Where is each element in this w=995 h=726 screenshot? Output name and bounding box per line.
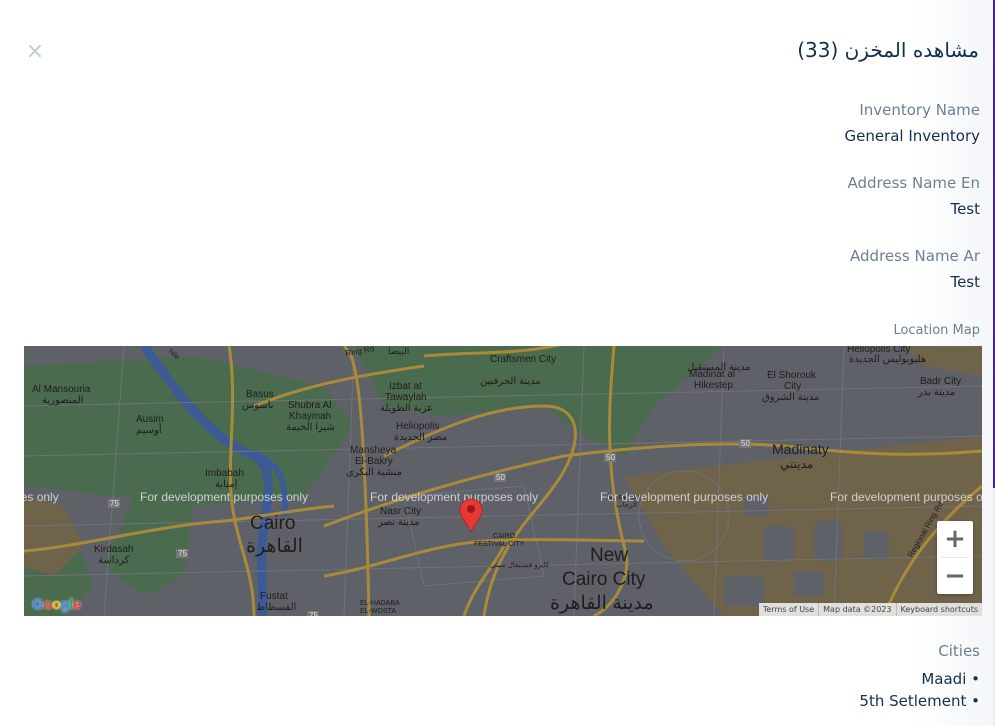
map-marker-icon (459, 498, 483, 534)
place-label: باسوس (242, 400, 274, 411)
place-label: EL-WOSTA (360, 608, 396, 615)
page-title: مشاهده المخزن (33) (797, 38, 979, 62)
place-label: القاهرة (246, 536, 303, 557)
logo-letter: G (32, 596, 44, 613)
cities-list: Maadi • 5th Setlement • (859, 668, 980, 712)
view-inventory-panel: × مشاهده المخزن (33) Inventory Name Gene… (0, 0, 993, 726)
city-item: 5th Setlement • (859, 692, 980, 710)
map-zoom-control: + − (937, 521, 973, 594)
watermark-text: purposes only (24, 490, 59, 504)
place-label: عزبة الطويلة (380, 403, 433, 414)
logo-letter: o (43, 596, 52, 613)
watermark-text: For development purposes only (370, 490, 538, 504)
field-address-name-en: Address Name En Test (847, 173, 980, 219)
place-label: Tawaylah (385, 392, 427, 403)
place-label: البيضا (388, 346, 409, 356)
svg-text:50: 50 (606, 453, 615, 462)
field-value: Test (950, 200, 980, 218)
field-value: General Inventory (844, 127, 980, 145)
place-label: إمبابة (215, 479, 238, 490)
place-label: Mansheya (350, 445, 397, 456)
place-label: City (784, 381, 801, 392)
road-shield-75: 75 (307, 611, 319, 616)
place-label: Hikestep (694, 380, 733, 391)
place-label: المنصورية (42, 395, 83, 406)
road-shield-50: 50 (494, 473, 506, 482)
place-label: الفسطاط (256, 602, 296, 613)
logo-letter: g (60, 596, 70, 613)
map-canvas[interactable]: 75 75 75 50 50 50 Al Mansouria المنصورية… (24, 346, 982, 616)
logo-letter: e (72, 596, 81, 613)
svg-text:50: 50 (741, 439, 750, 448)
place-label: Izbat at (389, 381, 422, 392)
field-inventory-name: Inventory Name General Inventory (844, 100, 980, 146)
road-shield-50: 50 (604, 453, 616, 462)
place-label: كرداسة (98, 555, 129, 566)
road-shield-75: 75 (108, 499, 120, 508)
field-address-name-ar: Address Name Ar Test (850, 246, 980, 292)
place-label: Heliopolis (396, 421, 439, 432)
place-label: Shubra Al (288, 400, 331, 411)
place-label: Fustat (260, 591, 288, 602)
svg-text:50: 50 (496, 473, 505, 482)
svg-text:75: 75 (178, 549, 187, 558)
place-label: Craftsmen City (490, 354, 556, 365)
cities-label: Cities (938, 642, 980, 660)
location-map-label: Location Map (893, 323, 980, 338)
place-label: Nasr City (380, 506, 421, 517)
svg-text:75: 75 (110, 499, 119, 508)
map-watermarks: purposes only For development purposes o… (24, 490, 982, 504)
place-label: Khaymah (289, 411, 331, 422)
place-label: مدينة القاهرة (550, 593, 654, 614)
zoom-out-button[interactable]: − (937, 558, 973, 594)
place-label: Ausim (136, 414, 164, 425)
place-label: مصر الجديدة (394, 432, 447, 443)
zoom-in-button[interactable]: + (937, 521, 973, 557)
place-label: EL-HADABA (360, 600, 400, 607)
place-label: FESTIVAL CITY (474, 541, 525, 548)
watermark-text: For development purposes only (600, 490, 768, 504)
place-label: هليوبوليس الجديدة (849, 354, 926, 365)
place-label: El Shorouk (767, 370, 817, 381)
place-label: Imbabah (205, 468, 244, 479)
map-attribution: Terms of Use Map data ©2023 Keyboard sho… (758, 603, 982, 616)
terms-of-use-link[interactable]: Terms of Use (759, 603, 818, 616)
field-value: Test (950, 273, 980, 291)
place-label: أوسيم (136, 423, 162, 436)
city-item: Maadi • (921, 670, 980, 688)
field-label: Address Name En (847, 174, 980, 192)
place-label: Cairo (250, 513, 295, 534)
place-label: مدينة الشروق (762, 392, 819, 403)
place-label: مدينتي (780, 457, 813, 471)
road-shield-50: 50 (739, 439, 751, 448)
place-label: New (590, 545, 628, 566)
place-label: CAIRO (493, 533, 516, 540)
place-label: Cairo City (562, 569, 646, 590)
keyboard-shortcuts-link[interactable]: Keyboard shortcuts (895, 603, 982, 616)
place-label: شبرا الخيمة (286, 422, 335, 433)
place-label: مدينة نصر (377, 517, 420, 528)
place-label: Madinat al (689, 369, 735, 380)
svg-text:75: 75 (309, 611, 318, 616)
place-label: Madinaty (772, 441, 829, 457)
field-label: Address Name Ar (850, 247, 980, 265)
place-label: كايرو فستيفال سيتي (490, 561, 550, 569)
field-label: Inventory Name (859, 101, 980, 119)
place-label: منشية البكري (346, 467, 402, 478)
watermark-text: For development purposes only (830, 490, 982, 504)
close-icon[interactable]: × (24, 40, 46, 64)
place-label: Al Mansouria (32, 384, 91, 395)
place-label: مدينة الحرفيين (480, 376, 541, 387)
place-label: مدينة بدر (917, 387, 955, 398)
road-shield-75: 75 (176, 549, 188, 558)
place-label: Badr City (920, 376, 961, 387)
logo-letter: o (51, 596, 61, 613)
map-data-link[interactable]: Map data ©2023 (818, 603, 895, 616)
place-label: El-Bakry (355, 456, 393, 467)
place-label: Basus (246, 389, 274, 400)
location-map[interactable]: 75 75 75 50 50 50 Al Mansouria المنصورية… (24, 346, 982, 616)
google-logo[interactable]: Google (32, 596, 81, 613)
watermark-text: For development purposes only (140, 490, 308, 504)
place-label: Kirdasah (94, 544, 133, 555)
